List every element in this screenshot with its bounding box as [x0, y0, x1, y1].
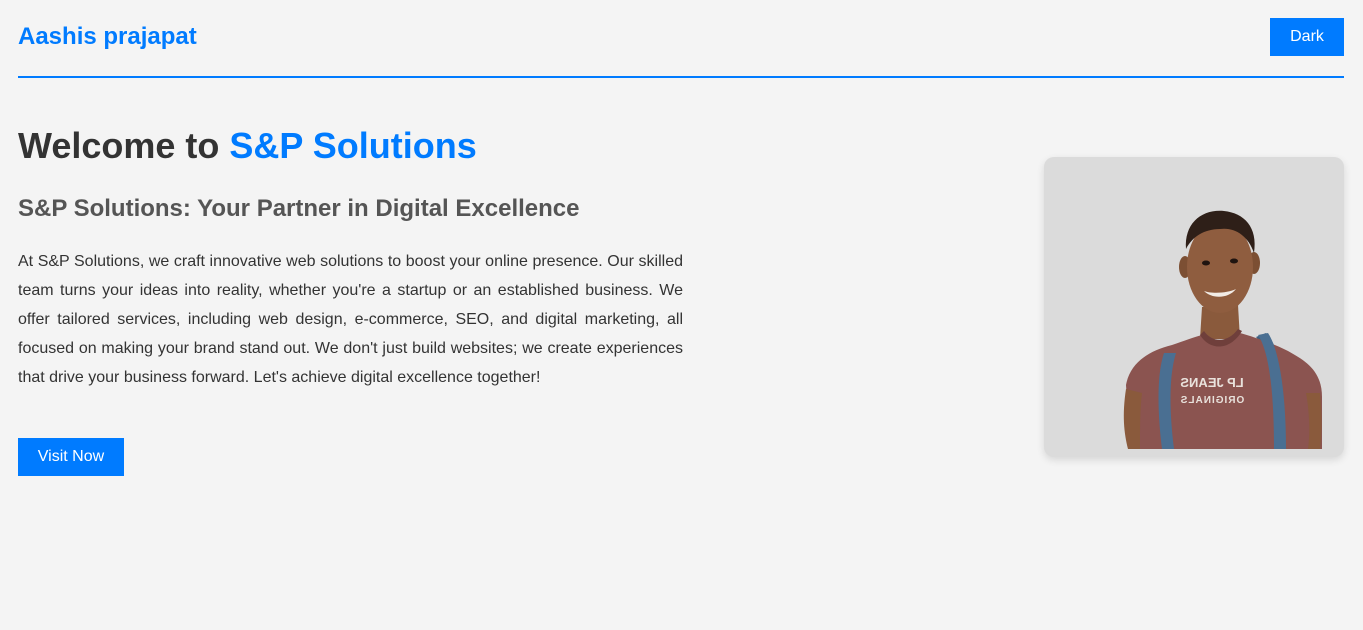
dark-mode-toggle-button[interactable]: Dark [1270, 18, 1344, 56]
brand-name[interactable]: Aashis prajapat [18, 23, 197, 51]
tshirt [1126, 333, 1322, 449]
welcome-prefix: Welcome to [18, 125, 230, 166]
shirt-print-line2: ORIGINALS [1180, 395, 1245, 406]
hero-tagline: S&P Solutions: Your Partner in Digital E… [18, 195, 580, 222]
left-eye [1202, 260, 1210, 266]
site-header: Aashis prajapat Dark [18, 0, 1344, 78]
shirt-print-line1: LP JEANS [1180, 375, 1244, 390]
profile-photo: LP JEANS ORIGINALS [1044, 157, 1344, 457]
welcome-company-name: S&P Solutions [229, 125, 477, 166]
visit-now-button[interactable]: Visit Now [18, 438, 124, 476]
welcome-heading: Welcome to S&P Solutions [18, 120, 683, 172]
right-eye [1230, 258, 1238, 264]
person-illustration: LP JEANS ORIGINALS [1123, 210, 1322, 449]
hero-description: At S&P Solutions, we craft innovative we… [18, 253, 683, 386]
hero-section: Welcome to S&P Solutions S&P Solutions: … [18, 120, 683, 392]
left-arm [1123, 389, 1142, 449]
